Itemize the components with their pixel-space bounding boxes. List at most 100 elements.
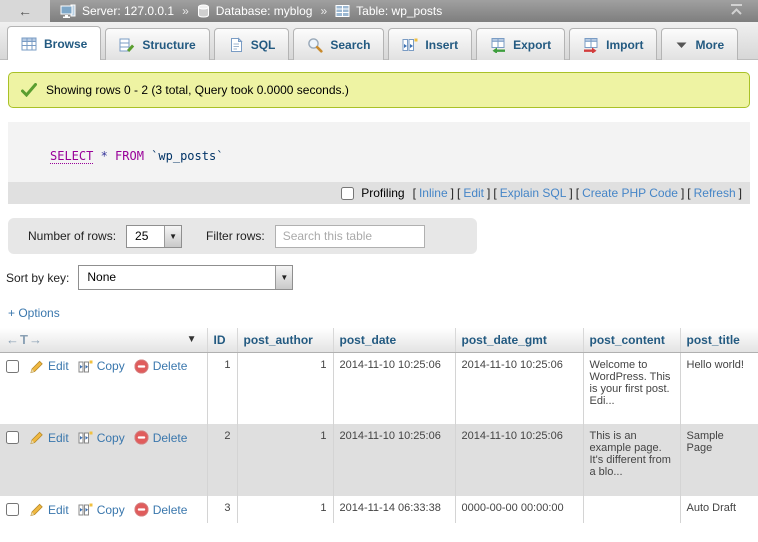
- filter-rows-input[interactable]: [275, 225, 425, 248]
- bracket: [: [493, 186, 496, 200]
- cell-id: 1: [207, 352, 237, 424]
- row-action-copy[interactable]: Copy: [78, 430, 125, 445]
- rows-per-page-value: 25: [127, 226, 164, 247]
- tab-browse[interactable]: Browse: [7, 26, 101, 60]
- rows-per-page-select[interactable]: 25 ▼: [126, 225, 182, 248]
- row-actions: Edit Copy Delete: [6, 359, 201, 374]
- row-actions: Edit Copy Delete: [6, 502, 201, 517]
- import-icon: [583, 37, 599, 53]
- row-action-label: Copy: [97, 359, 125, 373]
- phpmyadmin-window: ← Server: 127.0.0.1»Database: myblog»Tab…: [0, 0, 758, 542]
- table-row: EditCopyDelete112014-11-10 10:25:062014-…: [0, 352, 758, 424]
- row-checkbox[interactable]: [6, 503, 19, 516]
- tab-sql[interactable]: SQL: [214, 28, 290, 60]
- table-row: EditCopyDelete312014-11-14 06:33:380000-…: [0, 496, 758, 523]
- row-action-edit[interactable]: Edit: [29, 502, 69, 517]
- profiling-checkbox[interactable]: [341, 187, 354, 200]
- sort-row: Sort by key: None ▼: [6, 265, 758, 290]
- table-row: EditCopyDelete212014-11-10 10:25:062014-…: [0, 424, 758, 496]
- pencil-icon: [29, 430, 44, 445]
- bracket: ]: [569, 186, 572, 200]
- row-checkbox[interactable]: [6, 360, 19, 373]
- sql-link-create-php-code[interactable]: Create PHP Code: [582, 186, 678, 200]
- cell-post_date: 2014-11-10 10:25:06: [333, 352, 455, 424]
- row-action-copy[interactable]: Copy: [78, 359, 125, 374]
- cell-id: 3: [207, 496, 237, 523]
- sort-by-key-label: Sort by key:: [6, 271, 69, 285]
- row-actions-cell: Edit Copy Delete: [0, 424, 207, 496]
- column-header-post_date[interactable]: post_date: [333, 328, 455, 352]
- sql-link-edit[interactable]: Edit: [463, 186, 484, 200]
- bracket: ]: [681, 186, 684, 200]
- profiling-label: Profiling: [361, 186, 404, 200]
- copy-icon: [78, 502, 93, 517]
- breadcrumb-item-server[interactable]: Server: 127.0.0.1: [82, 4, 174, 18]
- sql-link-explain-sql[interactable]: Explain SQL: [500, 186, 567, 200]
- column-header-id[interactable]: ID: [207, 328, 237, 352]
- tab-label: More: [695, 38, 724, 52]
- column-header-post_date_gmt[interactable]: post_date_gmt: [455, 328, 583, 352]
- tab-search[interactable]: Search: [293, 28, 384, 60]
- cell-post_title: Hello world!: [680, 352, 758, 424]
- cell-post_content: [583, 496, 680, 523]
- breadcrumb-bar: ← Server: 127.0.0.1»Database: myblog»Tab…: [0, 0, 758, 22]
- status-text: Showing rows 0 - 2 (3 total, Query took …: [46, 83, 349, 97]
- sql-token: *: [93, 149, 115, 163]
- tab-import[interactable]: Import: [569, 28, 657, 60]
- tab-label: Structure: [142, 38, 195, 52]
- breadcrumb-item-table[interactable]: Table: wp_posts: [356, 4, 442, 18]
- bracket: ]: [487, 186, 490, 200]
- row-actions-cell: Edit Copy Delete: [0, 352, 207, 424]
- sql-footer: Profiling [ Inline ][ Edit ][ Explain SQ…: [8, 182, 750, 204]
- cell-post_author: 1: [237, 352, 333, 424]
- tab-label: SQL: [251, 38, 276, 52]
- column-header-post_title[interactable]: post_title: [680, 328, 758, 352]
- row-action-delete[interactable]: Delete: [134, 430, 188, 445]
- sql-link-inline[interactable]: Inline: [419, 186, 448, 200]
- rows-control-bar: Number of rows: 25 ▼ Filter rows:: [8, 218, 477, 254]
- tab-more[interactable]: More: [661, 28, 738, 60]
- pencil-icon: [29, 359, 44, 374]
- column-header-post_content[interactable]: post_content: [583, 328, 680, 352]
- tab-label: Search: [330, 38, 370, 52]
- tab-insert[interactable]: Insert: [388, 28, 472, 60]
- cell-id: 2: [207, 424, 237, 496]
- bracket: [: [413, 186, 416, 200]
- row-actions: Edit Copy Delete: [6, 430, 201, 445]
- breadcrumb-item-database[interactable]: Database: myblog: [216, 4, 313, 18]
- breadcrumb: Server: 127.0.0.1»Database: myblog»Table…: [60, 4, 729, 18]
- sql-token: FROM: [115, 149, 144, 163]
- nav-back-button[interactable]: ←: [0, 0, 50, 22]
- row-action-label: Copy: [97, 503, 125, 517]
- left-arrow-icon: ←: [18, 3, 32, 19]
- row-checkbox[interactable]: [6, 431, 19, 444]
- row-action-delete[interactable]: Delete: [134, 502, 188, 517]
- sort-indicator-icon: ▼: [187, 334, 197, 345]
- delete-icon: [134, 502, 149, 517]
- cell-post_author: 1: [237, 496, 333, 523]
- row-action-label: Delete: [153, 503, 188, 517]
- tab-label: Import: [606, 38, 643, 52]
- column-drag-header[interactable]: ←T→ ▼: [0, 328, 207, 352]
- row-action-delete[interactable]: Delete: [134, 359, 188, 374]
- row-action-label: Edit: [48, 359, 69, 373]
- column-header-post_author[interactable]: post_author: [237, 328, 333, 352]
- row-action-label: Delete: [153, 431, 188, 445]
- results-table: ←T→ ▼ IDpost_authorpost_datepost_date_gm…: [0, 328, 758, 523]
- cell-post_date_gmt: 2014-11-10 10:25:06: [455, 424, 583, 496]
- breadcrumb-separator: »: [320, 4, 327, 18]
- tab-label: Browse: [44, 37, 87, 51]
- row-action-label: Copy: [97, 431, 125, 445]
- tab-structure[interactable]: Structure: [105, 28, 209, 60]
- collapse-top-icon[interactable]: [729, 3, 744, 20]
- tab-export[interactable]: Export: [476, 28, 565, 60]
- row-action-edit[interactable]: Edit: [29, 430, 69, 445]
- column-marker-icon: ←T→: [6, 332, 43, 347]
- sql-link-refresh[interactable]: Refresh: [694, 186, 736, 200]
- row-action-edit[interactable]: Edit: [29, 359, 69, 374]
- options-toggle[interactable]: + Options: [8, 306, 758, 320]
- row-action-copy[interactable]: Copy: [78, 502, 125, 517]
- number-of-rows-label: Number of rows:: [28, 229, 116, 243]
- sort-by-key-select[interactable]: None ▼: [78, 265, 293, 290]
- bracket: [: [576, 186, 579, 200]
